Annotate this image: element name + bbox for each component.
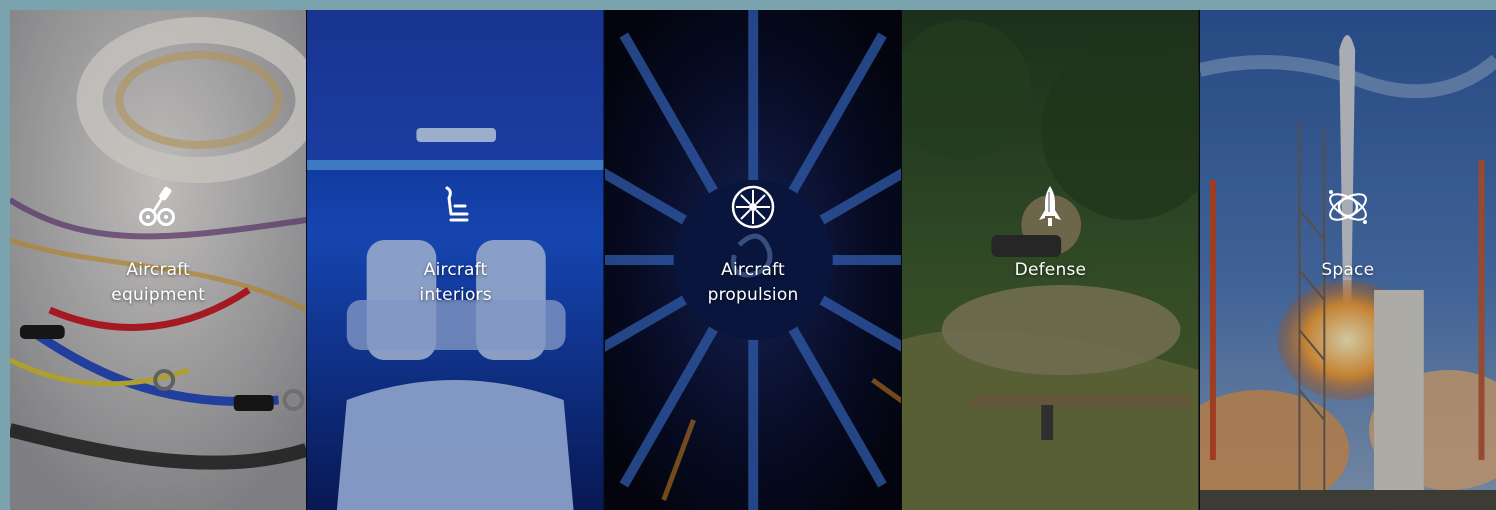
sector-gallery: Aircraft equipment Aircraft interiors Ai… [10, 10, 1496, 510]
tile-label-line2: equipment [111, 285, 206, 305]
tile-label-line1: Aircraft [721, 260, 785, 280]
tile-label: Aircraft interiors [419, 258, 491, 308]
tile-defense[interactable]: Defense [902, 10, 1200, 510]
tile-space[interactable]: Space [1199, 10, 1496, 510]
tile-label-line1: Aircraft [126, 260, 191, 280]
tile-label: Aircraft equipment [111, 258, 205, 308]
tile-content: Aircraft propulsion [605, 182, 901, 308]
tile-content: Space [1200, 182, 1496, 283]
tile-aircraft-interiors[interactable]: Aircraft interiors [307, 10, 605, 510]
tile-label-line1: Aircraft [423, 260, 488, 280]
tile-label-line1: Space [1321, 260, 1375, 280]
tile-aircraft-equipment[interactable]: Aircraft equipment [10, 10, 308, 510]
tile-label-line2: interiors [419, 285, 492, 305]
orbit-icon [1323, 182, 1373, 232]
landing-gear-icon [133, 182, 183, 232]
tile-aircraft-propulsion[interactable]: Aircraft propulsion [604, 10, 903, 510]
tile-content: Defense [902, 182, 1198, 283]
tile-label: Space [1321, 258, 1374, 283]
tile-label: Aircraft propulsion [708, 258, 799, 308]
seat-icon [431, 182, 481, 232]
tile-content: Aircraft interiors [307, 182, 603, 308]
tile-label: Defense [1015, 258, 1086, 283]
tile-label-line2: propulsion [707, 285, 799, 305]
tile-label-line1: Defense [1014, 260, 1087, 280]
tile-content: Aircraft equipment [10, 182, 306, 308]
turbine-fan-icon [728, 182, 778, 232]
missile-icon [1025, 182, 1075, 232]
